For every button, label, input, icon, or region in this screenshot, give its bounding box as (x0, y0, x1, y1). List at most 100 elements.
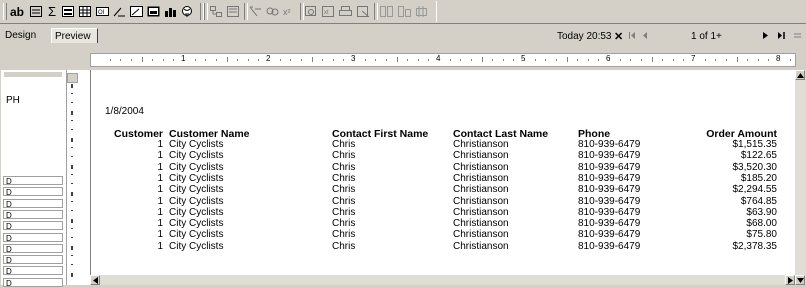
section-label-detail[interactable]: D (3, 232, 63, 243)
table-cell: Christianson (453, 139, 509, 150)
table-cell: 810-939-6479 (578, 240, 641, 252)
table-cell: Christianson (453, 206, 509, 218)
search-icon (304, 6, 316, 16)
table-cell: Chris (332, 139, 356, 150)
box-button[interactable] (129, 3, 143, 20)
scroll-down-button[interactable] (795, 275, 805, 285)
ruler-tick (396, 57, 398, 62)
table-cell: 810-939-6479 (578, 206, 641, 218)
vertical-scrollbar[interactable] (795, 70, 806, 285)
toolbar-separator (204, 3, 208, 20)
ruler-tick (109, 59, 111, 61)
ruler-tick (428, 59, 430, 61)
chart-button[interactable] (163, 3, 177, 20)
next-page-icon (762, 31, 768, 39)
section-label-detail[interactable]: D (3, 243, 63, 254)
insert-section-button[interactable] (226, 3, 240, 20)
select-expert-button[interactable] (248, 3, 262, 20)
vertical-ruler-tick (71, 219, 73, 223)
ruler-tick (322, 59, 324, 61)
first-page-button[interactable] (627, 30, 637, 40)
text-object-button[interactable]: ab (9, 3, 25, 20)
summary-button[interactable]: Σ (45, 3, 59, 20)
size-button[interactable] (415, 3, 429, 20)
stop-button[interactable] (792, 30, 802, 40)
line-button[interactable] (112, 3, 126, 20)
export-button[interactable]: xt (321, 3, 335, 20)
ruler-tick (460, 59, 462, 61)
picture-icon (147, 6, 159, 17)
table-cell: City Cyclists (169, 161, 224, 173)
align-button[interactable] (397, 3, 411, 20)
ruler-tick (258, 59, 260, 61)
vertical-ruler-tick (71, 129, 73, 130)
preview-button[interactable] (356, 3, 370, 20)
vertical-ruler-tick (71, 246, 73, 250)
map-button[interactable] (180, 3, 194, 20)
ruler-tick (332, 59, 334, 61)
tab-preview[interactable]: Preview (51, 28, 98, 43)
section-label-detail[interactable]: D (3, 176, 63, 186)
previous-page-icon (642, 31, 647, 39)
section-label-detail[interactable]: D (3, 187, 63, 197)
table-cell: $68.00 (746, 218, 777, 230)
table-cell: City Cyclists (169, 195, 224, 207)
scroll-up-button[interactable] (795, 70, 805, 80)
ole-object-button[interactable]: OI (95, 3, 109, 20)
vertical-ruler-tick (71, 102, 73, 103)
ole-icon: OI (95, 7, 109, 16)
preview-icon (356, 6, 369, 17)
previous-page-button[interactable] (640, 30, 650, 40)
ruler-tick (789, 59, 791, 61)
section-label-detail[interactable]: D (3, 198, 63, 209)
ruler-tick (555, 59, 557, 61)
scroll-left-button[interactable] (90, 275, 100, 285)
tab-design[interactable]: Design (2, 28, 49, 43)
cross-tab-button[interactable] (78, 3, 92, 20)
print-button[interactable] (338, 3, 352, 20)
insert-subreport-button[interactable] (209, 3, 223, 20)
align-icon (397, 6, 411, 17)
ruler-tick (619, 59, 621, 61)
section-label-detail[interactable]: D (3, 255, 63, 265)
search-button[interactable] (304, 3, 318, 20)
table-cell: Christianson (453, 150, 509, 162)
section-label-detail[interactable]: D (3, 266, 63, 276)
picture-button[interactable] (146, 3, 160, 20)
sigma-icon: Σ (47, 4, 57, 19)
record-sort-button[interactable] (265, 3, 279, 20)
formula-workshop-button[interactable]: x² (282, 3, 296, 20)
table-cell: Chris (332, 172, 356, 184)
section-panel-header (4, 72, 62, 77)
ruler-tick (247, 59, 249, 61)
table-cell: 1 (157, 172, 163, 184)
ruler-corner (67, 73, 78, 83)
first-page-icon (628, 31, 635, 39)
size-icon (415, 6, 427, 17)
vertical-ruler-tick (71, 165, 73, 169)
section-label-detail[interactable]: D (3, 221, 63, 231)
section-label-detail[interactable]: D (3, 277, 63, 288)
close-preview-button[interactable]: ✕ (614, 30, 623, 43)
section-label-detail[interactable]: D (3, 209, 63, 220)
field-icon (30, 6, 42, 17)
section-label-page-header[interactable]: PH (6, 95, 20, 106)
tab-preview-label: Preview (55, 31, 91, 42)
ruler-tick (215, 59, 217, 61)
toolbar-grip[interactable] (3, 3, 7, 20)
group-button[interactable] (61, 3, 75, 20)
scroll-right-button[interactable] (785, 275, 795, 285)
table-cell: 1 (157, 139, 163, 150)
table-cell: Chris (332, 195, 356, 207)
table-cell: $2,294.55 (732, 184, 778, 196)
table-cell: $1,515.35 (732, 139, 778, 150)
format-painter-button[interactable] (379, 3, 393, 20)
globe-icon (181, 6, 192, 17)
table-cell: 810-939-6479 (578, 195, 641, 207)
field-object-button[interactable] (29, 3, 43, 20)
section-icon (226, 6, 239, 17)
horizontal-scrollbar[interactable] (90, 275, 795, 285)
last-page-button[interactable] (776, 30, 786, 40)
sort-icon (266, 7, 278, 16)
next-page-button[interactable] (760, 30, 770, 40)
